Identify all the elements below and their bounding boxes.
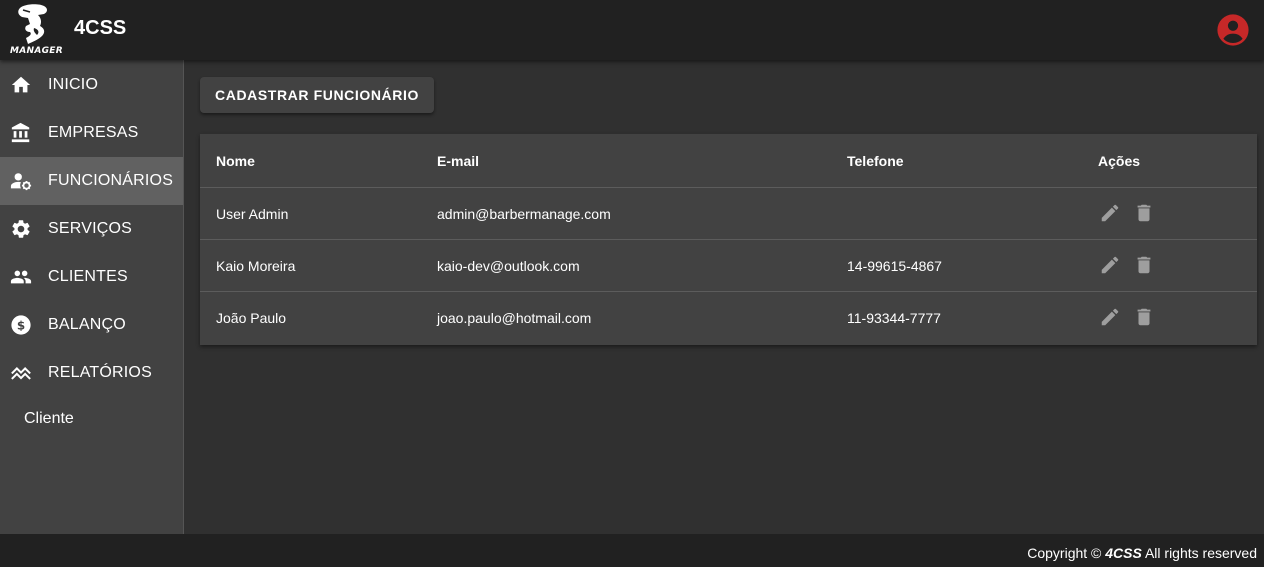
- sidebar-item-label: FUNCIONÁRIOS: [48, 172, 174, 189]
- delete-icon[interactable]: [1133, 306, 1155, 328]
- edit-icon[interactable]: [1099, 254, 1121, 276]
- table-row: Kaio Moreira kaio-dev@outlook.com 14-996…: [200, 240, 1257, 292]
- sidebar-item-funcionarios[interactable]: FUNCIONÁRIOS: [0, 157, 183, 205]
- people-icon: [10, 270, 32, 284]
- cell-nome: João Paulo: [216, 310, 287, 326]
- sidebar-item-label: INICIO: [48, 76, 99, 93]
- gear-icon: [12, 220, 30, 238]
- sidebar-item-label: EMPRESAS: [48, 124, 139, 141]
- cell-nome: Kaio Moreira: [216, 257, 296, 274]
- cell-email: kaio-dev@outlook.com: [437, 257, 580, 274]
- column-header-nome[interactable]: Nome: [216, 134, 255, 187]
- footer-copyright: Copyright © 4CSS All rights reserved: [1027, 545, 1257, 561]
- cell-telefone: 14-99615-4867: [847, 257, 942, 274]
- footer-copyright-prefix: Copyright ©: [1027, 545, 1102, 561]
- svg-text:$: $: [17, 318, 25, 332]
- account-circle-icon: [1217, 14, 1249, 46]
- column-header-acoes: Ações: [1098, 152, 1141, 169]
- footer: Copyright © 4CSS All rights reserved: [0, 534, 1264, 567]
- delete-icon[interactable]: [1133, 202, 1155, 224]
- app-bar: MANAGER 4CSS: [0, 0, 1264, 60]
- sidebar-item-label: SERVIÇOS: [48, 220, 132, 237]
- column-header-email[interactable]: E-mail: [437, 134, 479, 187]
- sidebar-item-label: BALANÇO: [48, 316, 126, 333]
- home-icon: [11, 76, 31, 93]
- column-header-telefone[interactable]: Telefone: [847, 134, 904, 187]
- app-title: 4CSS: [74, 17, 127, 39]
- table-header-row: Nome E-mail Telefone Ações: [200, 134, 1257, 188]
- add-employee-button[interactable]: CADASTRAR FUNCIONÁRIO: [200, 77, 434, 113]
- sidebar: INICIO EMPRESAS FUNCIONÁRIOS SERVIÇOS CL…: [0, 60, 184, 534]
- logo-text: MANAGER: [10, 46, 63, 56]
- cell-telefone: 11-93344-7777: [847, 310, 941, 326]
- table-row: João Paulo joao.paulo@hotmail.com 11-933…: [200, 292, 1257, 344]
- sidebar-item-clientes[interactable]: CLIENTES: [0, 253, 183, 301]
- cell-email: admin@barbermanage.com: [437, 205, 611, 222]
- sidebar-item-cliente[interactable]: Cliente: [24, 410, 74, 428]
- cell-nome: User Admin: [216, 205, 289, 222]
- barber-logo-icon: [18, 4, 47, 44]
- trend-icon: [11, 366, 31, 380]
- table-row: User Admin admin@barbermanage.com: [200, 188, 1257, 240]
- sidebar-item-inicio[interactable]: INICIO: [0, 61, 183, 109]
- sidebar-item-servicos[interactable]: SERVIÇOS: [0, 205, 183, 253]
- employees-table: Nome E-mail Telefone Ações User Admin ad…: [200, 134, 1257, 345]
- cell-email: joao.paulo@hotmail.com: [437, 310, 592, 326]
- account-button[interactable]: [1216, 13, 1250, 47]
- edit-icon[interactable]: [1099, 202, 1121, 224]
- delete-icon[interactable]: [1133, 254, 1155, 276]
- user-settings-icon: [10, 173, 32, 191]
- bank-icon: [11, 122, 30, 143]
- dollar-icon: $: [11, 315, 31, 335]
- sidebar-item-empresas[interactable]: EMPRESAS: [0, 109, 183, 157]
- sidebar-item-relatorios[interactable]: RELATÓRIOS: [0, 349, 183, 397]
- sidebar-item-balanco[interactable]: $ BALANÇO: [0, 301, 183, 349]
- sidebar-item-label: RELATÓRIOS: [48, 364, 152, 381]
- sidebar-item-label: CLIENTES: [48, 268, 128, 285]
- footer-copyright-suffix: All rights reserved: [1144, 545, 1257, 561]
- footer-brand: 4CSS: [1105, 545, 1142, 561]
- edit-icon[interactable]: [1099, 306, 1121, 328]
- logo: MANAGER: [8, 2, 63, 56]
